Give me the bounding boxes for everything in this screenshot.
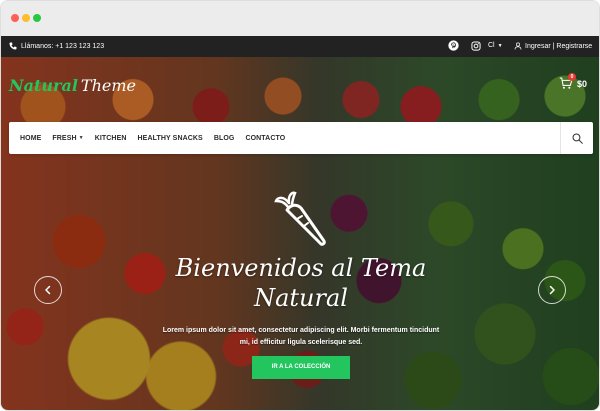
pinterest-icon[interactable] [448,40,459,51]
cart-button[interactable]: 0 $0 [559,73,588,90]
nav-item-healthy-snacks[interactable]: HEALTHY SNACKS [138,135,203,142]
close-window-button[interactable] [11,14,19,22]
nav-item-contacto[interactable]: CONTACTO [245,135,285,142]
top-bar: Llámanos: +1 123 123 123 Cl ▼ Ingresar |… [1,36,599,57]
nav-item-home[interactable]: HOME [20,135,41,142]
chevron-down-icon: ▼ [78,135,84,141]
instagram-icon[interactable] [471,40,481,51]
hero-banner: Natural Theme 0 $0 HOME FRESH ▼ KITCHEN H… [1,57,599,410]
browser-window: Llámanos: +1 123 123 123 Cl ▼ Ingresar |… [0,0,600,411]
carrot-icon [274,191,326,246]
language-label: Cl [488,42,495,49]
hero-title-line-2: Natural [254,284,348,312]
go-to-collection-button[interactable]: IR A LA COLECCIÓN [252,356,350,379]
user-icon [514,42,522,50]
nav-item-kitchen[interactable]: KITCHEN [95,135,127,142]
login-label: Ingresar | Registrarse [525,42,593,50]
cart-total: $0 [577,78,588,89]
cart-count-badge: 0 [568,73,576,81]
phone-icon [9,42,17,50]
site-logo[interactable]: Natural Theme [9,78,136,94]
search-button[interactable] [560,122,593,154]
phone-label: Llámanos: +1 123 123 123 [21,42,105,50]
chevron-right-icon [549,285,555,295]
nav-item-fresh-label: FRESH [52,134,77,142]
hero-title: Bienvenidos al Tema Natural [161,253,441,313]
slider-next-button[interactable] [538,276,566,304]
login-register-link[interactable]: Ingresar | Registrarse [514,42,592,50]
maximize-window-button[interactable] [33,14,41,22]
language-selector[interactable]: Cl ▼ [488,42,503,49]
phone-contact[interactable]: Llámanos: +1 123 123 123 [9,42,104,50]
logo-text-natural: Natural [9,76,78,95]
logo-text-theme: Theme [80,76,136,95]
minimize-window-button[interactable] [22,14,30,22]
main-navigation: HOME FRESH ▼ KITCHEN HEALTHY SNACKS BLOG… [9,122,593,154]
hero-description: Lorem ipsum dolor sit amet, consectetur … [151,325,451,349]
hero-title-line-1: Bienvenidos al Tema [175,254,427,282]
chevron-down-icon: ▼ [497,42,503,49]
search-icon [572,133,583,144]
nav-item-blog[interactable]: BLOG [214,135,235,142]
window-chrome [1,1,599,36]
chevron-left-icon [45,285,51,295]
slider-prev-button[interactable] [34,276,62,304]
social-links [448,40,481,51]
hero-description-line-2: mi, id efficitur ligula scelerisque sed. [239,339,363,346]
hero-description-line-1: Lorem ipsum dolor sit amet, consectetur … [162,327,440,334]
nav-item-fresh[interactable]: FRESH ▼ [52,135,83,142]
